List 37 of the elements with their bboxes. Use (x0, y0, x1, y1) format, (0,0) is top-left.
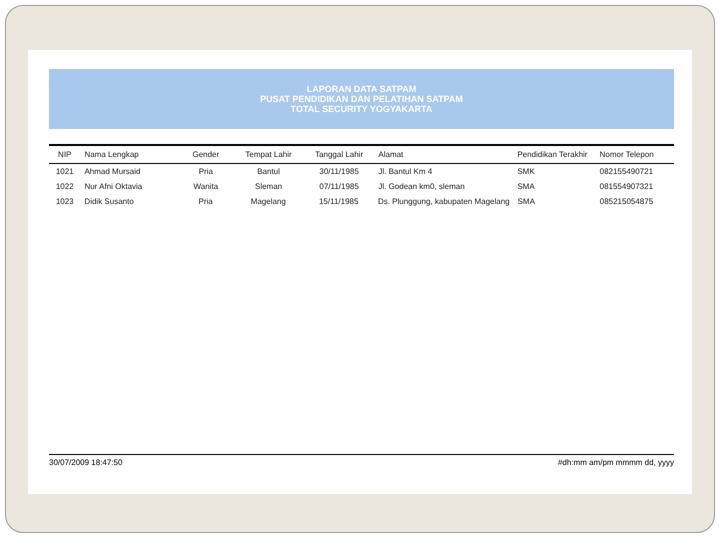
table-cell-text: Nur Afni Oktavia (83, 181, 144, 193)
table-cell-text: SMK (516, 166, 536, 178)
table-cell-text: 1021 (54, 166, 75, 178)
table-cell-text: 07/11/1985 (318, 181, 360, 193)
column-header: Tanggal Lahir (314, 149, 364, 161)
table-cell-text: Ds. Plunggung, kabupaten Magelang (376, 196, 511, 208)
table-cell-text: Sleman (254, 181, 284, 193)
column-header: NIP (57, 149, 72, 161)
column-header: Pendidikan Terakhir (516, 149, 588, 161)
table-cell-text: Jl. Godean km0, sleman (377, 181, 466, 193)
table-cell-text: SMA (516, 181, 536, 193)
column-header: Alamat (377, 149, 404, 161)
table-cell-text: Pria (198, 166, 214, 178)
table-cell-text: 1023 (54, 196, 75, 208)
report-title: PUSAT PENDIDIKAN DAN PELATIHAN SATPAM (260, 94, 463, 104)
table-cell-text: Didik Susanto (83, 196, 135, 208)
table-cell-text: SMA (516, 196, 536, 208)
table-cell-text: Pria (197, 196, 214, 208)
column-header: Nomor Telepon (598, 149, 655, 161)
table-cell-text: 1022 (54, 181, 75, 193)
table-cell-text: Bantul (256, 166, 281, 178)
column-header: Gender (191, 149, 220, 161)
table-cell-text: Wanita (192, 181, 220, 193)
table-cell-text: 15/11/1985 (318, 196, 360, 208)
print-timestamp: 30/07/2009 18:47:50 (49, 458, 122, 469)
table-cell-text: Magelang (250, 196, 287, 208)
column-header: Nama Lengkap (83, 149, 140, 161)
table-cell-text: 081554907321 (598, 181, 654, 193)
table-cell-text: 082155490721 (598, 166, 654, 178)
table-cell-text: 085215054875 (598, 196, 654, 208)
table-cell-text: 30/11/1985 (318, 166, 360, 178)
column-header: Tempat Lahir (244, 149, 293, 161)
table-cell-text: Jl. Bantul Km 4 (377, 166, 434, 178)
report-title: TOTAL SECURITY YOGYAKARTA (290, 104, 432, 114)
table-cell-text: Ahmad Mursaid (83, 166, 142, 178)
date-format: #dh:mm am/pm mmmm dd, yyyy (558, 458, 674, 469)
report-title: LAPORAN DATA SATPAM (306, 84, 416, 94)
